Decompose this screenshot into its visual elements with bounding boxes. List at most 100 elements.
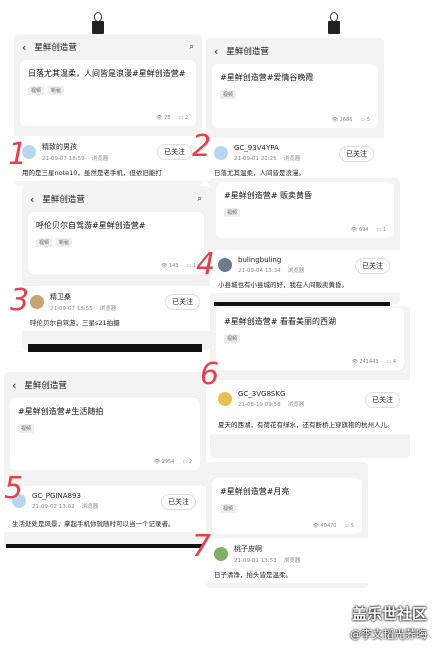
back-arrow-icon[interactable]: ‹ xyxy=(22,41,26,54)
comment-count: ▭ 5 xyxy=(360,117,370,123)
follow-button[interactable]: 已关注 xyxy=(157,144,192,160)
nav-bar: ‹ 星鲜创造营 ⌕ xyxy=(22,186,210,212)
username[interactable]: 桃子皮啊 xyxy=(234,544,300,554)
user-row: GC_3VG8SKG 21-08-19 09:58 浏览器 已关注 xyxy=(210,380,410,410)
comment-count: ▭ 4 xyxy=(386,359,396,365)
avatar[interactable] xyxy=(218,392,232,406)
comment-text: 呼伦贝尔自驾游，三星s21拍摄 xyxy=(22,314,210,331)
username[interactable]: bulingbuling xyxy=(238,256,304,264)
search-icon[interactable]: ⌕ xyxy=(190,42,194,52)
post-meta: 21-09-04 13:34 浏览器 xyxy=(238,268,305,274)
back-arrow-icon[interactable]: ‹ xyxy=(214,45,218,58)
screenshot-card-4: #星鲜创造营# 贩卖黄昏 视频 👁 694 ▭ 1 bulingbuling 21-… xyxy=(210,178,400,304)
page-title: 星鲜创造营 xyxy=(24,381,67,391)
post-text: 日落尤其温柔，人间皆是浪漫#星鲜创造营# xyxy=(28,69,186,78)
tag[interactable]: 视频 xyxy=(36,238,53,247)
follow-button[interactable]: 已关注 xyxy=(165,294,200,310)
user-row: 精卫桑 21-09-07 18:55 浏览器 已关注 xyxy=(22,286,210,314)
comment-count: ▭ 2 xyxy=(182,459,192,465)
post-card[interactable]: #星鲜创造营# 看看美丽的西湖 视频 👁 241443 ▭ 4 xyxy=(216,308,404,370)
annotation-number: 7 xyxy=(192,529,212,564)
page-title: 星鲜创造营 xyxy=(42,195,85,205)
post-card[interactable]: #星鲜创造营#月亮 视频 👁 40470 ▭ 5 xyxy=(212,478,362,534)
username[interactable]: GC_93V4YPA xyxy=(234,144,300,152)
username[interactable]: 精卫桑 xyxy=(50,292,116,302)
user-row: GC_93V4YPA 21-09-01 21:25 浏览器 已关注 xyxy=(206,138,384,164)
screenshot-card-6: #星鲜创造营# 看看美丽的西湖 视频 👁 241443 ▭ 4 GC_3VG8SK… xyxy=(210,306,410,458)
comment-text: 日子清净，抬头皆是温柔。 xyxy=(206,566,368,583)
back-arrow-icon[interactable]: ‹ xyxy=(30,193,34,206)
nav-bar: ‹ 星鲜创造营 xyxy=(4,372,206,398)
avatar[interactable] xyxy=(214,547,228,561)
view-count: 👁 2954 xyxy=(153,459,175,465)
tag[interactable]: 视频 xyxy=(220,90,237,99)
screenshot-card-2: ‹ 星鲜创造营 #星鲜创造营#爱情谷晚霞 视频 👁 2686 ▭ 5 GC_93V… xyxy=(206,38,384,184)
follow-button[interactable]: 已关注 xyxy=(339,146,374,162)
page-title: 星鲜创造营 xyxy=(34,43,77,53)
comment-count: ▭ 2 xyxy=(178,115,188,121)
view-count: 👁 241443 xyxy=(351,359,379,365)
username[interactable]: 精致的男孩 xyxy=(42,142,108,152)
post-card[interactable]: #星鲜创造营#生活随拍 视频 👁 2954 ▭ 2 xyxy=(10,398,200,470)
post-card[interactable]: #星鲜创造营#爱情谷晚霞 视频 👁 2686 ▭ 5 xyxy=(212,64,378,128)
view-count: 👁 143 xyxy=(161,263,179,269)
tag[interactable]: 视频 xyxy=(18,424,35,433)
username[interactable]: GC_3VG8SKG xyxy=(238,390,304,398)
comment-text: 生活处处是风景，拿起手机你就随时可以当一个记录者。 xyxy=(4,512,206,532)
post-meta: 21-09-01 13:53 浏览器 xyxy=(234,558,301,564)
comment-text: 用的是三星note10，虽然是老手机，但依旧能打 xyxy=(14,164,202,181)
post-text: #星鲜创造营#月亮 xyxy=(220,487,290,496)
user-row: 桃子皮啊 21-09-01 13:53 浏览器 xyxy=(206,538,368,566)
back-arrow-icon[interactable]: ‹ xyxy=(12,379,16,392)
screenshot-card-5: ‹ 星鲜创造营 #星鲜创造营#生活随拍 视频 👁 2954 ▭ 2 GC_PGIN… xyxy=(4,372,206,548)
redaction-bar xyxy=(6,544,202,548)
annotation-number: 1 xyxy=(8,137,28,172)
view-count: 👁 78 xyxy=(156,115,171,121)
tag[interactable]: 视频 xyxy=(224,334,241,343)
follow-button[interactable]: 已关注 xyxy=(355,258,390,274)
post-text: #星鲜创造营# 贩卖黄昏 xyxy=(224,191,312,200)
post-card[interactable]: 日落尤其温柔，人间皆是浪漫#星鲜创造营# 视频 新秘 👁 78 ▭ 2 xyxy=(20,60,196,126)
screenshot-card-1: ‹ 星鲜创造营 ⌕ 日落尤其温柔，人间皆是浪漫#星鲜创造营# 视频 新秘 👁 78… xyxy=(14,34,202,186)
watermark-author: @李文韬光荞晦 xyxy=(350,628,427,641)
annotation-number: 4 xyxy=(196,247,216,282)
comment-count: ▭ 5 xyxy=(344,523,354,529)
post-meta: 21-09-07 18:55 浏览器 xyxy=(50,306,117,312)
post-text: #星鲜创造营#生活随拍 xyxy=(18,407,104,416)
comment-text: 夏天的西湖，有荷花有绿水，还有断桥上穿旗袍的杭州人儿。 xyxy=(210,410,410,434)
post-meta: 21-09-02 13:02 浏览器 xyxy=(32,504,99,510)
tag[interactable]: 视频 xyxy=(220,504,237,513)
tag[interactable]: 视频 xyxy=(224,208,241,217)
post-card[interactable]: #星鲜创造营# 贩卖黄昏 视频 👁 694 ▭ 1 xyxy=(216,182,394,238)
view-count: 👁 40470 xyxy=(312,523,337,529)
username[interactable]: GC_PGINA893 xyxy=(32,492,98,500)
view-count: 👁 694 xyxy=(351,227,369,233)
avatar[interactable] xyxy=(214,146,228,160)
follow-button[interactable]: 已关注 xyxy=(161,494,196,510)
nav-bar: ‹ 星鲜创造营 ⌕ xyxy=(14,34,202,60)
annotation-number: 6 xyxy=(200,357,220,392)
tag[interactable]: 新秘 xyxy=(48,86,65,95)
post-meta: 21-09-07 18:59 浏览器 xyxy=(42,156,109,162)
post-meta: 21-08-19 09:58 浏览器 xyxy=(238,402,305,408)
annotation-number: 2 xyxy=(192,129,212,164)
tag[interactable]: 新秘 xyxy=(56,238,73,247)
post-card[interactable]: 呼伦贝尔自驾游#星鲜创造营# 视频 新秘 👁 143 ▭ 1 xyxy=(28,212,204,274)
page-title: 星鲜创造营 xyxy=(226,47,269,57)
comment-count: ▭ 1 xyxy=(186,263,196,269)
user-row: bulingbuling 21-09-04 13:34 浏览器 已关注 xyxy=(210,250,400,276)
binder-clip-left xyxy=(92,12,104,34)
watermark-logo: 盖乐世社区 xyxy=(351,605,427,623)
tag[interactable]: 视频 xyxy=(28,86,45,95)
annotation-number: 3 xyxy=(10,283,30,318)
follow-button[interactable]: 已关注 xyxy=(365,392,400,408)
annotation-number: 5 xyxy=(4,471,24,506)
post-text: 呼伦贝尔自驾游#星鲜创造营# xyxy=(36,221,146,230)
view-count: 👁 2686 xyxy=(331,117,353,123)
avatar[interactable] xyxy=(30,295,44,309)
user-row: GC_PGINA893 21-09-02 13:02 浏览器 已关注 xyxy=(4,486,206,512)
post-text: #星鲜创造营#爱情谷晚霞 xyxy=(220,73,314,82)
search-icon[interactable]: ⌕ xyxy=(198,194,202,204)
binder-clip-right xyxy=(328,12,340,34)
avatar[interactable] xyxy=(218,258,232,272)
